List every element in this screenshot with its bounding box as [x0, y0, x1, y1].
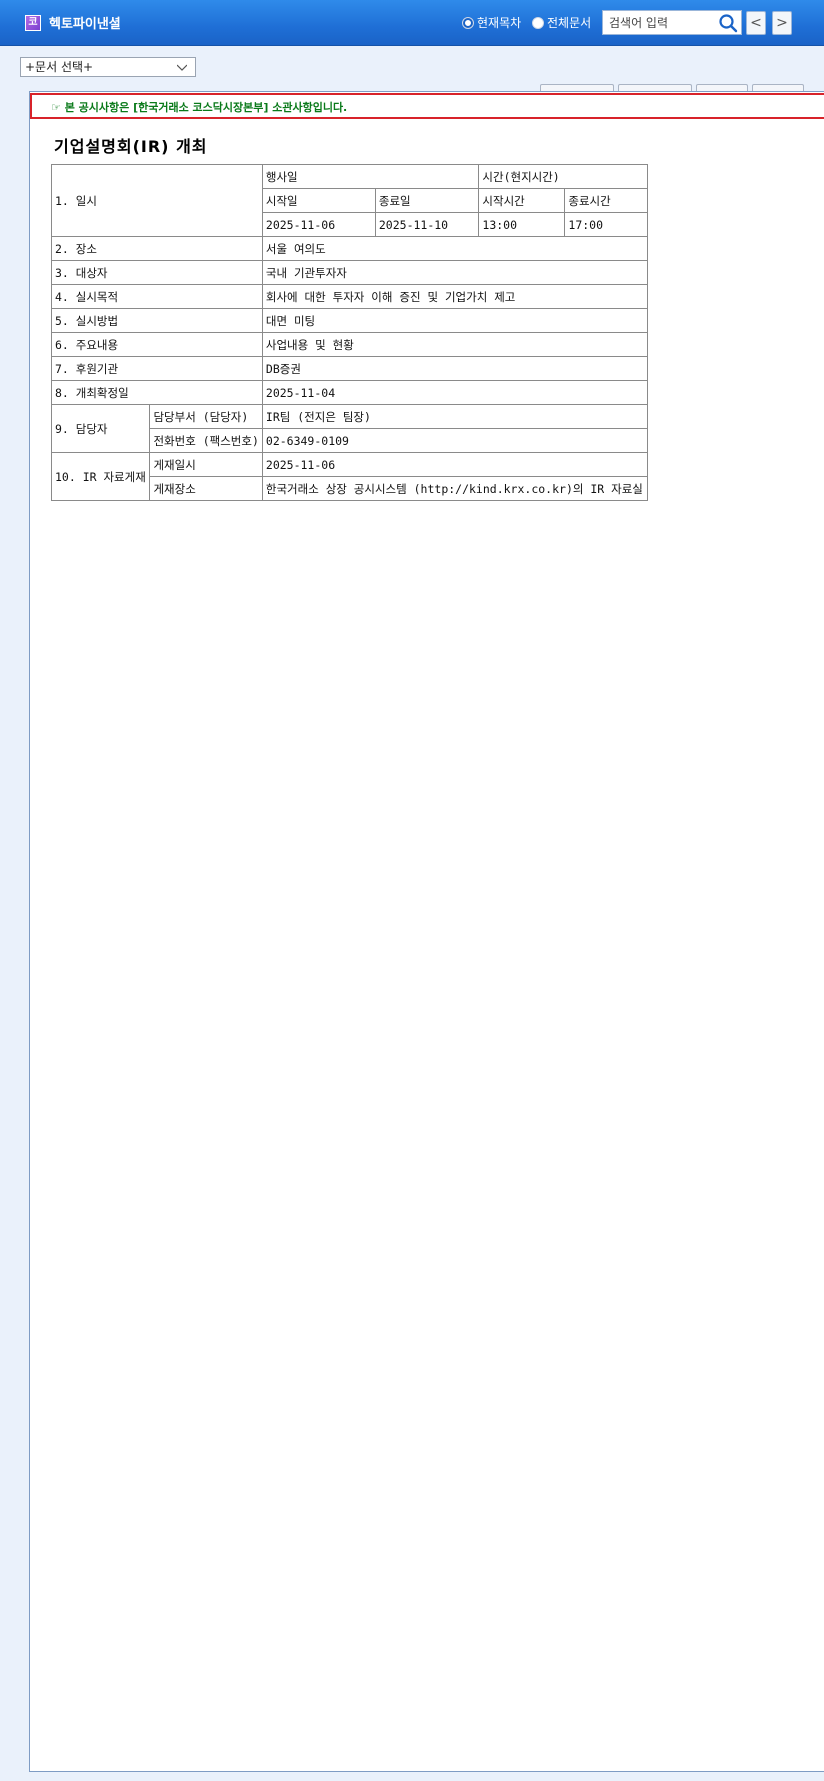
notice-text: ☞ 본 공시사항은 [한국거래소 코스닥시장본부] 소관사항입니다.: [51, 101, 348, 114]
cell-label: 4. 실시목적: [51, 284, 263, 309]
cell-value: 2025-11-06: [261, 212, 376, 237]
cell-subheader: 게재일시: [149, 452, 263, 477]
chevron-down-icon: [177, 64, 187, 71]
cell-label: 5. 실시방법: [51, 308, 263, 333]
table-row: 7. 후원기관 DB증권: [51, 356, 649, 381]
cell-value: 13:00: [478, 212, 566, 237]
cell-subheader: 담당부서 (담당자): [149, 404, 263, 429]
radio-current-label: 현재목차: [477, 16, 522, 30]
cell-value: IR팀 (전지은 팀장): [261, 404, 649, 429]
cell-value: 2025-11-04: [261, 380, 649, 405]
document-select-label: +문서 선택+: [25, 60, 94, 74]
cell-header: 종료일: [374, 188, 480, 213]
table-row: 8. 개최확정일 2025-11-04: [51, 380, 649, 405]
cell-header: 시작시간: [478, 188, 566, 213]
cell-label: 8. 개최확정일: [51, 380, 263, 405]
search-box: [602, 10, 742, 35]
cell-subheader: 전화번호 (팩스번호): [149, 428, 263, 453]
cell-value: DB증권: [261, 356, 649, 381]
cell-value: 2025-11-10: [374, 212, 480, 237]
cell-value: 회사에 대한 투자자 이해 증진 및 기업가치 제고: [261, 284, 649, 309]
cell-value: 사업내용 및 현황: [261, 332, 649, 357]
cell-value: 국내 기관투자자: [261, 260, 649, 285]
cell-header: 행사일: [261, 164, 480, 189]
cell-header: 시간(현지시간): [478, 164, 648, 189]
table-row: 6. 주요내용 사업내용 및 현황: [51, 332, 649, 357]
radio-all-docs[interactable]: 전체문서: [532, 14, 591, 31]
cell-subheader: 게재장소: [149, 476, 263, 501]
ir-table: 1. 일시 행사일 시간(현지시간) 시작일 종료일 시작시간 종료시간 202…: [50, 164, 649, 501]
cell-header: 시작일: [261, 188, 376, 213]
document-title: 기업설명회(IR) 개최: [54, 137, 208, 156]
cell-label: 6. 주요내용: [51, 332, 263, 357]
search-input[interactable]: [609, 14, 714, 32]
cell-label: 3. 대상자: [51, 260, 263, 285]
radio-all-label: 전체문서: [547, 16, 592, 30]
radio-unchecked-icon[interactable]: [532, 16, 544, 29]
radio-checked-icon[interactable]: [462, 16, 474, 29]
radio-current-toc[interactable]: 현재목차: [462, 14, 521, 31]
cell-label: 7. 후원기관: [51, 356, 263, 381]
notice-banner: ☞ 본 공시사항은 [한국거래소 코스닥시장본부] 소관사항입니다.: [30, 93, 824, 119]
cell-value: 대면 미팅: [261, 308, 649, 333]
cell-value: 한국거래소 상장 공시시스템 (http://kind.krx.co.kr)의 …: [261, 476, 649, 501]
search-icon[interactable]: [718, 13, 738, 33]
cell-header: 종료시간: [564, 188, 648, 213]
cell-label: 2. 장소: [51, 236, 263, 261]
cell-value: 02-6349-0109: [261, 428, 649, 453]
top-header: 코 헥토파이낸셜 현재목차 전체문서 < >: [0, 0, 824, 46]
cell-label: 1. 일시: [51, 164, 263, 237]
table-row: 9. 담당자 담당부서 (담당자) IR팀 (전지은 팀장): [50, 404, 649, 453]
cell-value: 17:00: [564, 212, 648, 237]
table-row: 5. 실시방법 대면 미팅: [51, 308, 649, 333]
cell-label: 10. IR 자료게재: [50, 452, 151, 501]
table-row: 1. 일시 행사일 시간(현지시간): [51, 164, 648, 237]
table-row: 3. 대상자 국내 기관투자자: [51, 260, 649, 285]
table-row: 2. 장소 서울 여의도: [51, 236, 649, 261]
table-row: 4. 실시목적 회사에 대한 투자자 이해 증진 및 기업가치 제고: [51, 284, 649, 309]
company-name: 헥토파이낸셜: [49, 17, 121, 32]
table-row: 10. IR 자료게재 게재일시 2025-11-06: [50, 452, 649, 501]
cell-value: 서울 여의도: [261, 236, 649, 261]
cell-label: 9. 담당자: [50, 404, 151, 453]
next-button[interactable]: >: [772, 11, 792, 35]
company-logo-icon: 코: [25, 15, 41, 31]
document-select[interactable]: +문서 선택+: [20, 57, 196, 77]
prev-button[interactable]: <: [746, 11, 766, 35]
cell-value: 2025-11-06: [261, 452, 649, 477]
